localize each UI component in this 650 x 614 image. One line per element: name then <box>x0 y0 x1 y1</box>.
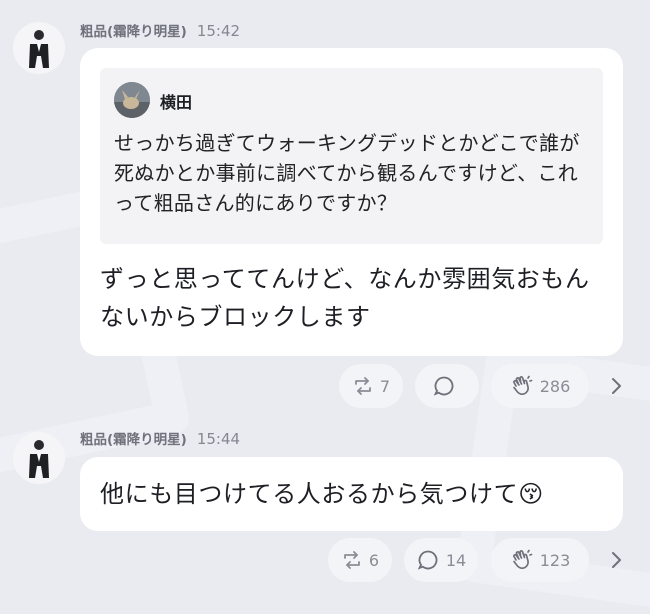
chevron-right-icon <box>612 552 621 568</box>
repost-icon <box>355 377 371 395</box>
clap-icon <box>512 375 533 395</box>
kissing-emoji: 😚 <box>518 480 544 508</box>
repost-button[interactable]: 7 <box>339 364 403 408</box>
clap-button[interactable]: 286 <box>491 364 589 408</box>
message-text-content: 他にも目つけてる人おるから気つけて <box>100 480 519 508</box>
message-meta: 粗品(霜降り明星) 15:44 <box>80 428 240 448</box>
comment-count: 14 <box>445 550 467 570</box>
repost-icon <box>344 551 360 569</box>
clap-count: 123 <box>539 550 571 570</box>
clap-icon <box>512 549 533 569</box>
comment-icon <box>433 376 454 396</box>
message-text: 他にも目つけてる人おるから気つけて😚 <box>100 475 605 513</box>
author-name[interactable]: 粗品(霜降り明星) <box>80 20 187 40</box>
more-button[interactable] <box>607 376 625 400</box>
quoted-author: 横田 <box>160 93 193 112</box>
quoted-message[interactable]: 横田 せっかち過ぎてウォーキングデッドとかどこで誰が死ぬかとか事前に調べてから観… <box>100 68 603 244</box>
quoted-text: せっかち過ぎてウォーキングデッドとかどこで誰が死ぬかとか事前に調べてから観るんで… <box>114 131 580 215</box>
comment-icon <box>417 550 438 570</box>
timestamp: 15:42 <box>196 22 241 40</box>
repost-count: 6 <box>368 550 380 570</box>
repost-count: 7 <box>379 376 391 396</box>
clap-count: 286 <box>539 376 571 396</box>
message-meta: 粗品(霜降り明星) 15:42 <box>80 20 240 40</box>
avatar[interactable] <box>13 22 65 74</box>
message-bubble: 横田 せっかち過ぎてウォーキングデッドとかどこで誰が死ぬかとか事前に調べてから観… <box>80 48 623 356</box>
timestamp: 15:44 <box>196 430 241 448</box>
comment-button[interactable] <box>415 364 479 408</box>
quoted-avatar <box>114 82 150 118</box>
message-bubble: 他にも目つけてる人おるから気つけて😚 <box>80 457 623 531</box>
avatar[interactable] <box>13 432 65 484</box>
comment-button[interactable]: 14 <box>404 538 478 582</box>
chevron-right-icon <box>612 378 621 394</box>
repost-button[interactable]: 6 <box>328 538 392 582</box>
more-button[interactable] <box>607 550 625 574</box>
message-text: ずっと思っててんけど、なんか雰囲気おもんないからブロックします <box>100 265 590 331</box>
clap-button[interactable]: 123 <box>491 538 589 582</box>
author-name[interactable]: 粗品(霜降り明星) <box>80 428 187 448</box>
